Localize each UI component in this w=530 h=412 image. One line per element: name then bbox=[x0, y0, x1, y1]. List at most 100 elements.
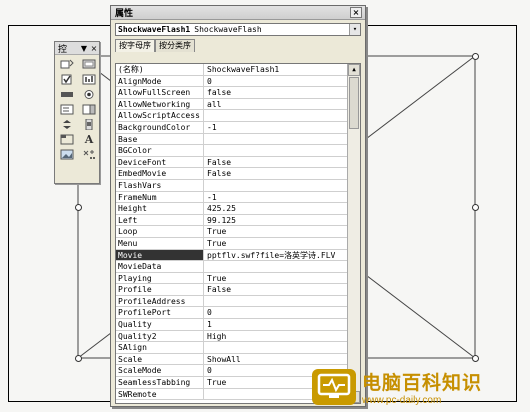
frame-icon[interactable] bbox=[58, 133, 76, 146]
toolbox-menu-icon[interactable]: ▼ bbox=[79, 44, 89, 53]
watermark-name: 电脑百科知识 bbox=[362, 372, 483, 394]
tab-categorized[interactable]: 按分类序 bbox=[155, 39, 195, 52]
resize-handle-top-right[interactable] bbox=[472, 53, 479, 60]
property-row[interactable]: Playing True bbox=[116, 272, 348, 285]
property-value[interactable]: False bbox=[204, 157, 348, 168]
property-row[interactable]: AllowNetworking all bbox=[116, 98, 348, 111]
property-value[interactable] bbox=[204, 261, 348, 272]
toolbox-title-bar[interactable]: 控 ▼ × bbox=[55, 42, 99, 55]
property-value[interactable] bbox=[204, 134, 348, 145]
property-value[interactable]: False bbox=[204, 284, 348, 295]
property-row[interactable]: FlashVars bbox=[116, 179, 348, 192]
property-value[interactable]: 0 bbox=[204, 76, 348, 87]
property-value[interactable]: True bbox=[204, 226, 348, 237]
property-row[interactable]: MovieData bbox=[116, 261, 348, 273]
toolbox-close-icon[interactable]: × bbox=[89, 44, 99, 53]
checkbox-icon[interactable] bbox=[58, 73, 76, 86]
property-value[interactable]: True bbox=[204, 273, 348, 284]
property-row[interactable]: Quality 1 bbox=[116, 319, 348, 331]
property-value[interactable]: false bbox=[204, 87, 348, 98]
property-value[interactable] bbox=[204, 180, 348, 191]
property-row[interactable]: BGColor bbox=[116, 145, 348, 157]
label-tool-glyph: A bbox=[84, 133, 94, 146]
property-row[interactable]: Left 99.125 bbox=[116, 214, 348, 227]
watermark-url: www.pc-daily.com bbox=[362, 395, 442, 406]
resize-handle-middle-left[interactable] bbox=[75, 204, 82, 211]
list-box-icon[interactable] bbox=[80, 73, 98, 86]
object-name: ShockwaveFlash1 bbox=[118, 25, 191, 34]
property-row[interactable]: AllowScriptAccess bbox=[116, 110, 348, 122]
property-row[interactable]: Profile False bbox=[116, 284, 348, 296]
property-grid-scrollbar[interactable]: ▲ ▼ bbox=[347, 64, 360, 403]
property-row[interactable]: AllowFullScreen false bbox=[116, 87, 348, 99]
properties-tabs: 按字母序 按分类序 bbox=[115, 39, 361, 52]
property-row[interactable]: SAlign bbox=[116, 342, 348, 354]
property-value[interactable] bbox=[204, 296, 348, 307]
property-value[interactable]: 0 bbox=[204, 307, 348, 318]
property-key: Movie bbox=[116, 249, 204, 261]
property-value[interactable] bbox=[204, 145, 348, 156]
property-value[interactable]: ShockwaveFlash1 bbox=[204, 64, 348, 75]
property-row[interactable]: (名称) ShockwaveFlash1 bbox=[116, 64, 348, 76]
property-key: Scale bbox=[116, 353, 204, 365]
property-row[interactable]: FrameNum -1 bbox=[116, 191, 348, 204]
property-key: SWRemote bbox=[116, 388, 204, 400]
chevron-down-icon[interactable]: ▾ bbox=[349, 24, 360, 35]
property-key: AlignMode bbox=[116, 75, 204, 87]
label-icon[interactable]: A bbox=[80, 133, 98, 146]
property-row[interactable]: Height 425.25 bbox=[116, 203, 348, 215]
property-row[interactable]: BackgroundColor -1 bbox=[116, 121, 348, 134]
property-value[interactable]: -1 bbox=[204, 192, 348, 203]
properties-title-bar[interactable]: 属性 × bbox=[111, 6, 365, 20]
scroll-thumb[interactable] bbox=[349, 77, 359, 129]
command-button-icon[interactable] bbox=[80, 58, 98, 71]
property-key: AllowNetworking bbox=[116, 98, 204, 110]
property-value[interactable]: True bbox=[204, 238, 348, 249]
more-controls-icon[interactable] bbox=[80, 148, 98, 161]
property-value[interactable]: all bbox=[204, 99, 348, 110]
text-box-icon[interactable] bbox=[58, 88, 76, 101]
property-key: SAlign bbox=[116, 342, 204, 353]
property-row[interactable]: Menu True bbox=[116, 237, 348, 250]
close-icon[interactable]: × bbox=[350, 7, 362, 18]
property-key: Loop bbox=[116, 226, 204, 237]
property-row[interactable]: Movie pptflv.swf?file=洛英学诗.FLV bbox=[116, 249, 348, 262]
property-row[interactable]: AlignMode 0 bbox=[116, 75, 348, 88]
property-key: Height bbox=[116, 203, 204, 214]
resize-handle-bottom-left[interactable] bbox=[75, 355, 82, 362]
combo-box-icon[interactable] bbox=[58, 103, 76, 116]
property-value[interactable]: High bbox=[204, 331, 348, 342]
property-row[interactable]: ProfilePort 0 bbox=[116, 307, 348, 320]
spin-button-icon[interactable] bbox=[58, 118, 76, 131]
property-value[interactable]: 1 bbox=[204, 319, 348, 330]
property-row[interactable]: DeviceFont False bbox=[116, 156, 348, 169]
property-key: MovieData bbox=[116, 261, 204, 272]
image-icon[interactable] bbox=[58, 148, 76, 161]
property-value[interactable] bbox=[204, 342, 348, 353]
property-key: (名称) bbox=[116, 64, 204, 75]
property-rows: (名称) ShockwaveFlash1 AlignMode 0 AllowFullSc… bbox=[116, 64, 348, 401]
scroll-bar-icon[interactable] bbox=[80, 118, 98, 131]
property-value[interactable]: 425.25 bbox=[204, 203, 348, 214]
property-value[interactable] bbox=[204, 110, 348, 121]
check-box-icon[interactable] bbox=[58, 58, 76, 71]
property-row[interactable]: Quality2 High bbox=[116, 330, 348, 343]
toggle-button-icon[interactable] bbox=[80, 103, 98, 116]
property-value[interactable]: -1 bbox=[204, 122, 348, 133]
property-row[interactable]: ProfileAddress bbox=[116, 295, 348, 308]
monitor-icon bbox=[317, 373, 351, 398]
object-selector[interactable]: ShockwaveFlash1 ShockwaveFlash ▾ bbox=[115, 23, 361, 36]
property-key: Base bbox=[116, 133, 204, 145]
property-row[interactable]: EmbedMovie False bbox=[116, 168, 348, 180]
resize-handle-middle-right[interactable] bbox=[472, 204, 479, 211]
control-toolbox: 控 ▼ × A bbox=[54, 41, 100, 184]
scroll-up-icon[interactable]: ▲ bbox=[348, 64, 360, 76]
option-button-icon[interactable] bbox=[80, 88, 98, 101]
property-row[interactable]: Base bbox=[116, 133, 348, 146]
property-value[interactable]: pptflv.swf?file=洛英学诗.FLV bbox=[204, 250, 348, 261]
property-row[interactable]: Loop True bbox=[116, 226, 348, 238]
tab-alphabetic[interactable]: 按字母序 bbox=[115, 39, 155, 52]
resize-handle-bottom-right[interactable] bbox=[472, 355, 479, 362]
property-value[interactable]: 99.125 bbox=[204, 215, 348, 226]
property-value[interactable]: False bbox=[204, 168, 348, 179]
